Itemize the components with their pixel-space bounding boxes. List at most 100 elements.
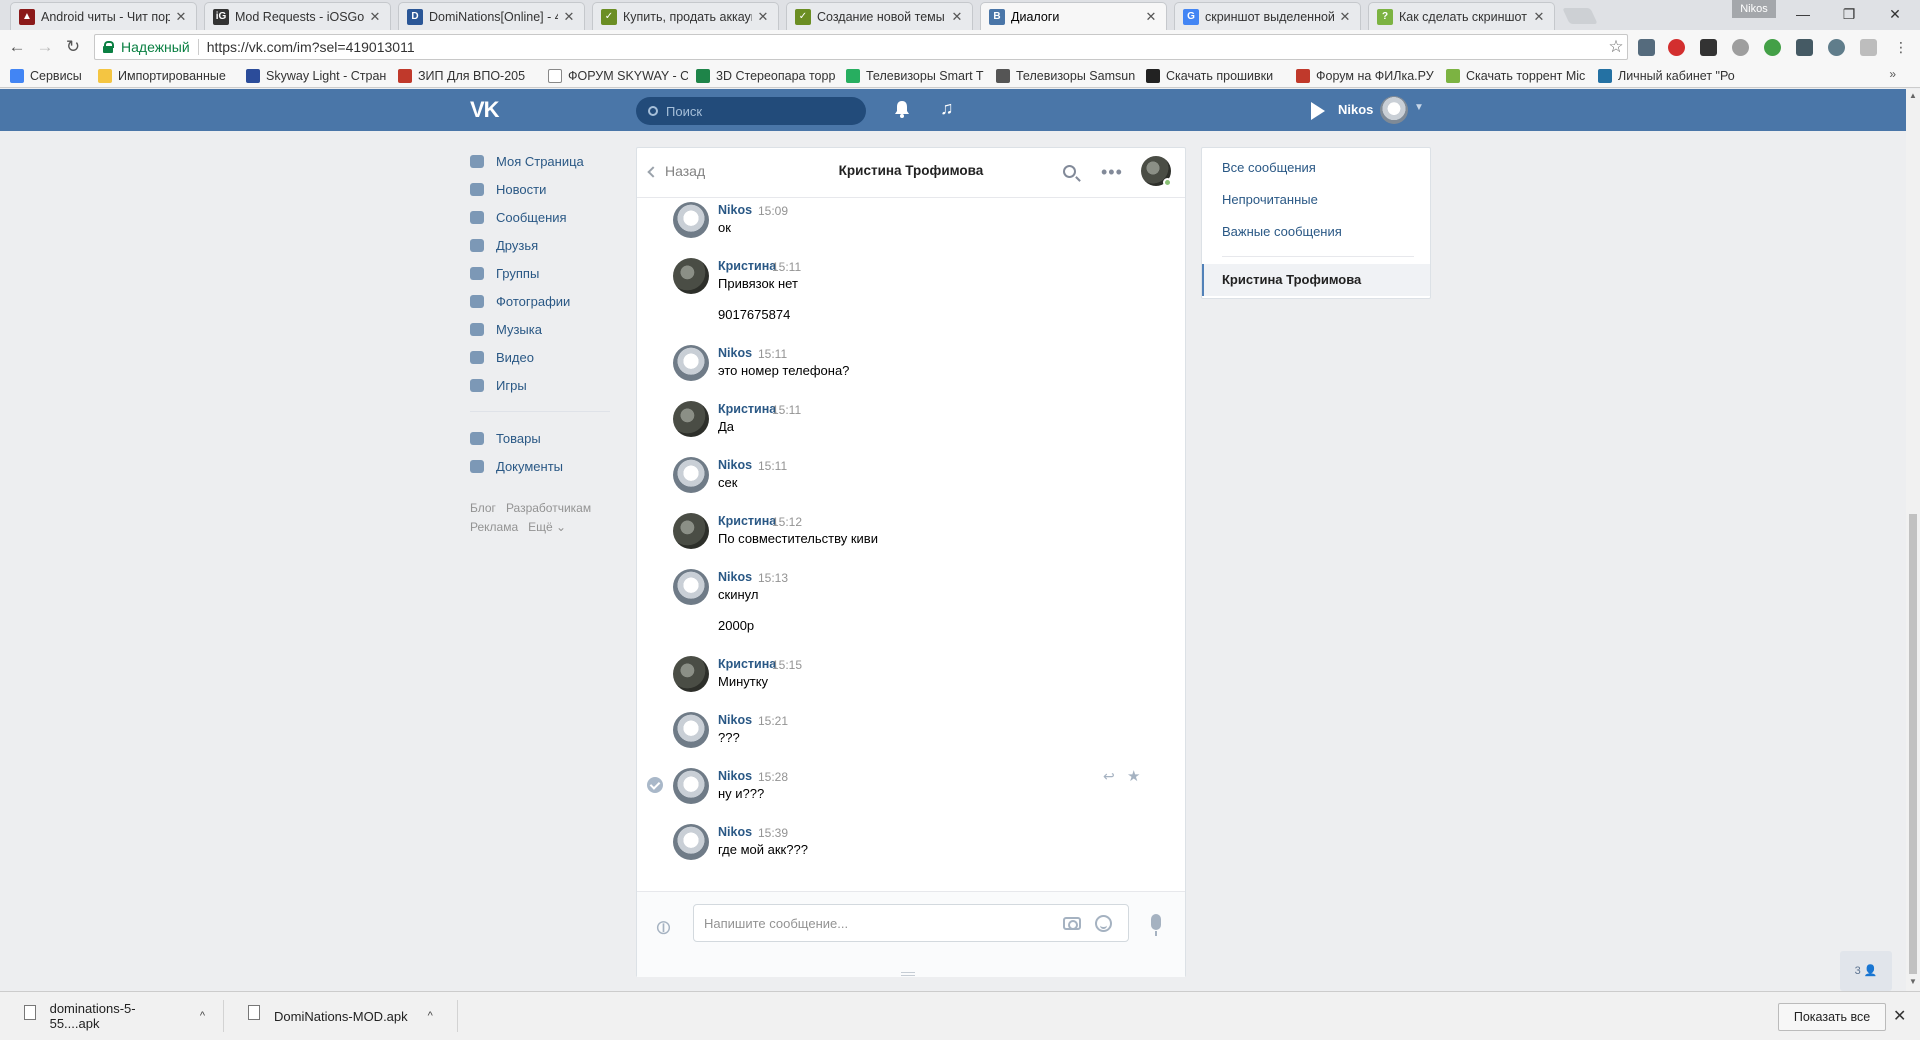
message-time[interactable]: 15:11 (758, 347, 787, 361)
browser-tab[interactable]: В Диалоги ✕ (980, 2, 1167, 30)
header-user-name[interactable]: Nikos (1338, 102, 1373, 117)
tab-close-icon[interactable]: ✕ (756, 9, 770, 25)
menu-unread[interactable]: Непрочитанные (1222, 192, 1318, 207)
search-input[interactable]: Поиск (636, 97, 866, 125)
minimize-button[interactable]: — (1780, 0, 1826, 28)
avatar[interactable] (673, 202, 709, 238)
browser-tab[interactable]: D DomiNations[Online] - 4 ✕ (398, 2, 585, 30)
forward-arrow-icon[interactable]: → (34, 36, 56, 58)
message-author[interactable]: Nikos (718, 203, 752, 217)
message-time[interactable]: 15:13 (758, 571, 788, 585)
message-author[interactable]: Кристина (718, 657, 776, 671)
nav-item-groups[interactable]: Группы (470, 259, 620, 287)
tab-close-icon[interactable]: ✕ (368, 9, 382, 25)
message-time[interactable]: 15:11 (772, 260, 801, 274)
message-time[interactable]: 15:11 (772, 403, 801, 417)
avatar[interactable] (673, 401, 709, 437)
message-time[interactable]: 15:11 (758, 459, 787, 473)
camera-icon[interactable] (1063, 917, 1081, 930)
message-author[interactable]: Кристина (718, 259, 776, 273)
bookmark-star-icon[interactable]: ☆ (1605, 37, 1627, 57)
extension-gear-icon[interactable] (1732, 39, 1749, 56)
menu-all-messages[interactable]: Все сообщения (1222, 160, 1316, 175)
browser-tab[interactable]: ? Как сделать скриншот с ✕ (1368, 2, 1555, 30)
blog-link[interactable]: Блог (470, 501, 496, 515)
avatar[interactable] (673, 457, 709, 493)
bookmark-item[interactable]: ЗИП Для ВПО-205 (398, 68, 540, 84)
chevron-up-icon[interactable]: ^ (200, 1010, 205, 1022)
bookmark-item[interactable]: Импортированные (98, 68, 238, 84)
avatar[interactable] (673, 656, 709, 692)
star-icon[interactable]: ★ (1127, 767, 1140, 785)
tab-close-icon[interactable]: ✕ (950, 9, 964, 25)
ads-link[interactable]: Реклама (470, 520, 518, 534)
back-arrow-icon[interactable]: ← (6, 36, 28, 58)
avatar[interactable] (673, 345, 709, 381)
reload-icon[interactable]: ↻ (62, 36, 84, 58)
message-time[interactable]: 15:15 (772, 658, 802, 672)
online-friends-counter[interactable]: 3 👤 (1840, 951, 1892, 991)
avatar[interactable] (1380, 96, 1408, 124)
bell-icon[interactable] (894, 100, 910, 118)
page-scrollbar[interactable]: ▲ ▼ (1906, 89, 1920, 991)
menu-active-dialog[interactable]: Кристина Трофимова (1202, 264, 1430, 296)
extension-bolt-icon[interactable] (1700, 39, 1717, 56)
browser-tab[interactable]: iG Mod Requests - iOSGods ✕ (204, 2, 391, 30)
bookmark-item[interactable]: Скачать прошивки (1146, 68, 1288, 84)
message-author[interactable]: Nikos (718, 713, 752, 727)
bookmark-item[interactable]: Сервисы (10, 68, 88, 84)
message-time[interactable]: 15:28 (758, 770, 788, 784)
avatar[interactable] (673, 258, 709, 294)
restore-button[interactable]: ❐ (1826, 0, 1872, 28)
nav-item-music[interactable]: Музыка (470, 315, 620, 343)
browser-tab[interactable]: Gскриншот выделенной ✕ (1174, 2, 1361, 30)
tab-close-icon[interactable]: ✕ (1144, 9, 1158, 25)
avatar[interactable] (673, 513, 709, 549)
message-author[interactable]: Nikos (718, 346, 752, 360)
show-all-downloads-button[interactable]: Показать все (1778, 1003, 1886, 1031)
avatar[interactable] (673, 712, 709, 748)
bookmark-item[interactable]: ФОРУМ SKYWAY - CI (548, 68, 688, 84)
vk-logo[interactable]: VK (470, 97, 500, 123)
nav-item-games[interactable]: Игры (470, 371, 620, 399)
music-note-icon[interactable]: ♫ (940, 98, 954, 119)
bookmark-item[interactable]: Скачать торрент Mic (1446, 68, 1590, 84)
avatar[interactable] (673, 768, 709, 804)
url-text[interactable]: https://vk.com/im?sel=419013011 (207, 39, 1605, 55)
chat-search-icon[interactable] (1063, 165, 1076, 178)
check-icon[interactable] (647, 777, 663, 793)
extension-translate-icon[interactable] (1764, 39, 1781, 56)
message-time[interactable]: 15:09 (758, 204, 788, 218)
close-download-bar-icon[interactable]: ✕ (1893, 1006, 1906, 1026)
message-time[interactable]: 15:12 (772, 515, 802, 529)
emoji-icon[interactable] (1095, 915, 1112, 932)
profile-button[interactable]: Nikos (1732, 0, 1776, 18)
bookmark-item[interactable]: Skyway Light - Стран (246, 68, 390, 84)
nav-item-video[interactable]: Видео (470, 343, 620, 371)
download-item[interactable]: DomiNations-MOD.apk ^ (248, 1000, 458, 1032)
close-window-button[interactable]: ✕ (1872, 0, 1918, 28)
bookmark-item[interactable]: Телевизоры Samsun (996, 68, 1138, 84)
message-author[interactable]: Nikos (718, 769, 752, 783)
avatar[interactable] (673, 824, 709, 860)
bookmark-item[interactable]: Телевизоры Smart T (846, 68, 988, 84)
developers-link[interactable]: Разработчикам (506, 501, 591, 515)
reply-icon[interactable]: ↩ (1103, 768, 1115, 785)
scroll-thumb[interactable] (1909, 514, 1917, 974)
tab-close-icon[interactable]: ✕ (174, 9, 188, 25)
download-item[interactable]: dominations-5-55....apk ^ (24, 1000, 224, 1032)
address-bar[interactable]: Надежный https://vk.com/im?sel=419013011… (94, 34, 1628, 60)
nav-item-news[interactable]: Новости (470, 175, 620, 203)
scroll-up-arrow-icon[interactable]: ▲ (1909, 91, 1917, 100)
attach-icon[interactable]: ⊘ (649, 913, 679, 943)
tab-close-icon[interactable]: ✕ (1532, 9, 1546, 25)
more-link[interactable]: Ещё ⌄ (528, 520, 566, 534)
browser-tab[interactable]: ▲ Android читы - Чит пор ✕ (10, 2, 197, 30)
extension-shield-icon[interactable] (1638, 39, 1655, 56)
extension-drive-icon[interactable] (1828, 39, 1845, 56)
browser-tab[interactable]: ✓ Купить, продать аккаун ✕ (592, 2, 779, 30)
message-author[interactable]: Кристина (718, 514, 776, 528)
scroll-down-arrow-icon[interactable]: ▼ (1909, 977, 1917, 986)
bookmark-item[interactable]: Личный кабинет "Ро (1598, 68, 1740, 84)
nav-item-home[interactable]: Моя Страница (470, 147, 620, 175)
